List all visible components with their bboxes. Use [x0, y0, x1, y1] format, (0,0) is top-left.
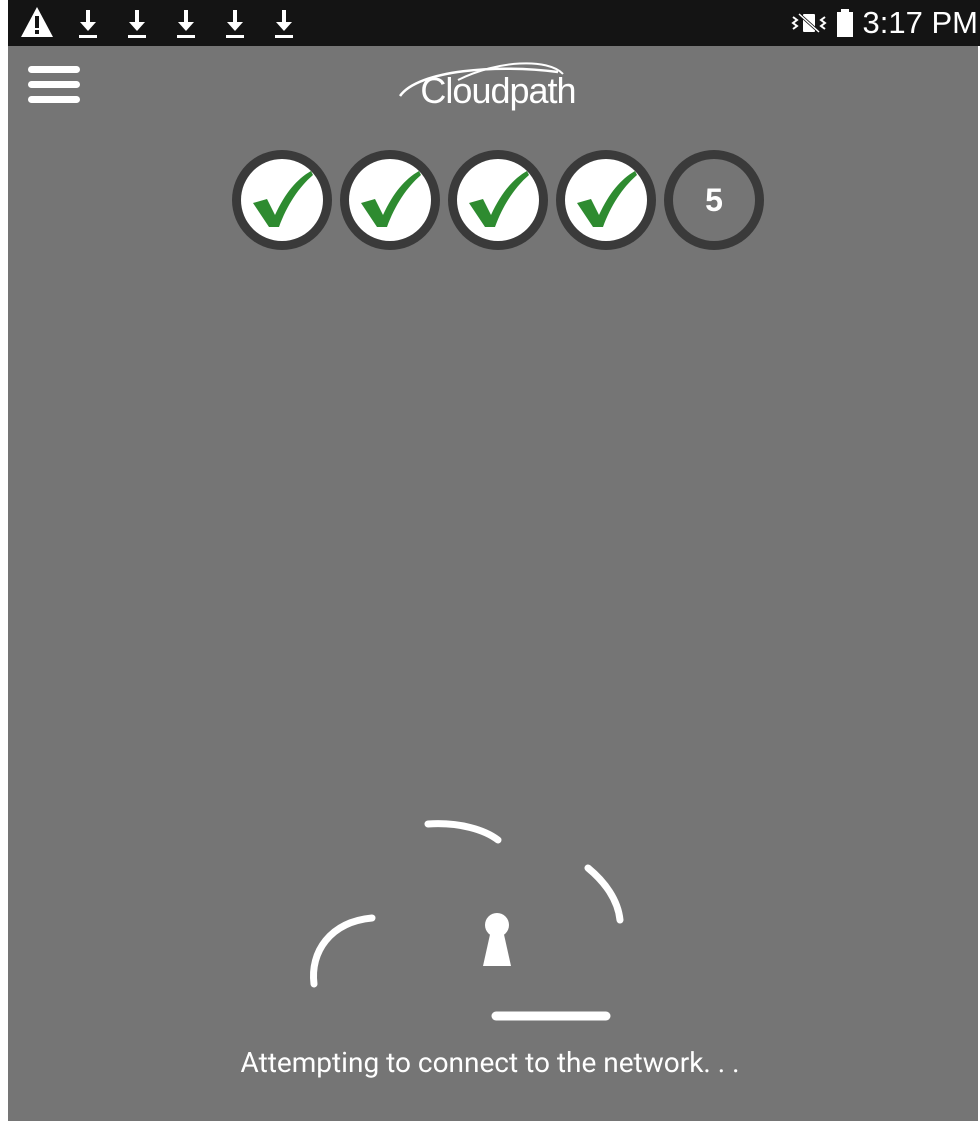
status-bar-time: 3:17 PM	[862, 5, 978, 40]
checkmark-icon	[469, 171, 529, 227]
warning-icon	[21, 7, 53, 37]
download-icon	[275, 10, 293, 38]
download-icon	[226, 10, 244, 38]
progress-steps: 5	[230, 150, 770, 252]
cloud-lock-icon	[310, 820, 624, 1021]
download-icon	[128, 10, 146, 38]
vibrate-icon	[790, 12, 827, 34]
step-4-complete	[556, 150, 656, 250]
battery-icon	[836, 9, 853, 37]
logo-text: Cloudpath	[420, 70, 576, 111]
step-2-complete	[340, 150, 440, 250]
status-bar: 3:17 PM	[8, 0, 980, 46]
cloudpath-logo: Cloudpath	[388, 58, 608, 128]
keyhole-icon	[483, 913, 511, 966]
download-icon	[79, 10, 97, 38]
download-icon	[177, 10, 195, 38]
step-3-complete	[448, 150, 548, 250]
step-5-current: 5	[664, 150, 764, 250]
hamburger-menu-icon[interactable]	[28, 66, 80, 104]
connection-status-message: Attempting to connect to the network. . …	[240, 1046, 740, 1079]
checkmark-icon	[253, 171, 313, 227]
step-1-complete	[232, 150, 332, 250]
checkmark-icon	[361, 171, 421, 227]
step-5-number: 5	[705, 182, 723, 218]
screen-border	[0, 0, 8, 1121]
checkmark-icon	[577, 171, 637, 227]
status-bar-right: 3:17 PM	[790, 0, 978, 46]
